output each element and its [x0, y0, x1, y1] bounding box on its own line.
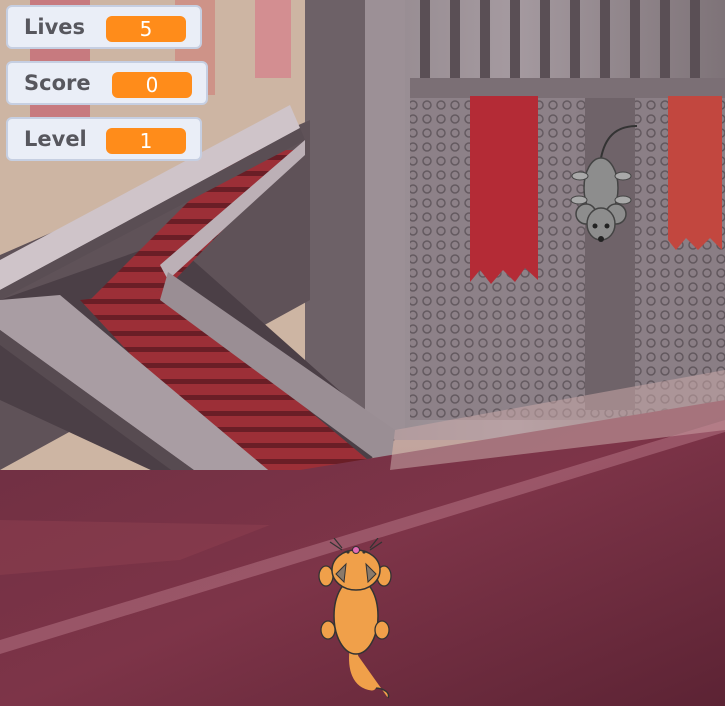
lives-monitor: Lives 5 [6, 5, 202, 49]
level-monitor: Level 1 [6, 117, 202, 161]
lives-value: 5 [106, 16, 186, 42]
lives-label: Lives [24, 15, 86, 39]
level-label: Level [24, 127, 87, 151]
cat-sprite[interactable] [312, 538, 402, 703]
mouse-sprite[interactable] [565, 118, 645, 248]
score-monitor: Score 0 [6, 61, 208, 105]
game-stage[interactable]: Lives 5 Score 0 Level 1 [0, 0, 725, 706]
score-label: Score [24, 71, 91, 95]
score-value: 0 [112, 72, 192, 98]
level-value: 1 [106, 128, 186, 154]
